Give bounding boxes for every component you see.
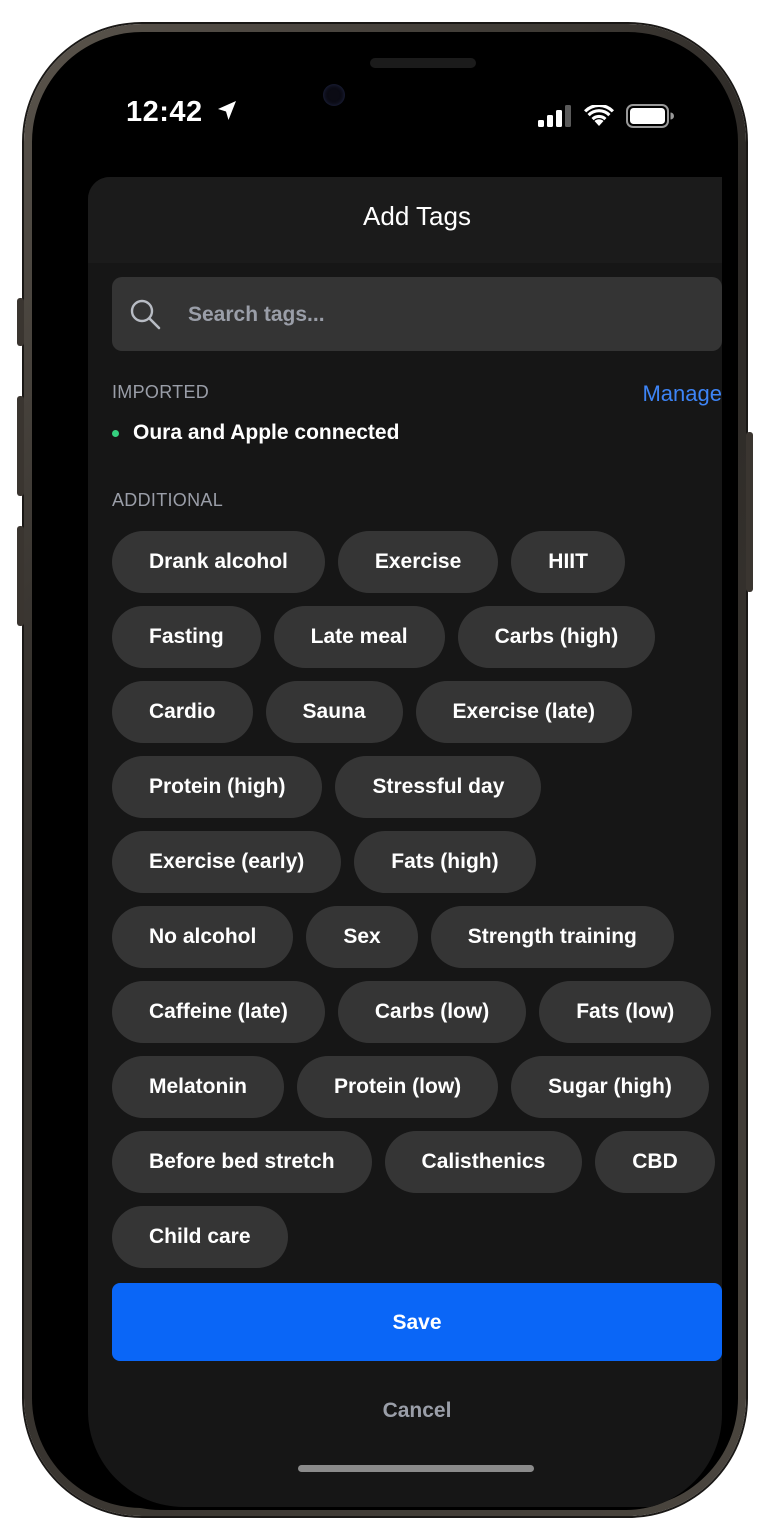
sheet-header: Add Tags (88, 177, 722, 263)
connected-status: Oura and Apple connected (112, 421, 399, 445)
home-indicator (298, 1465, 534, 1472)
manage-link[interactable]: Manage (642, 381, 722, 407)
wifi-icon (584, 105, 614, 126)
tag-chip[interactable]: Fats (low) (539, 981, 712, 1043)
front-camera (323, 84, 345, 106)
status-time-text: 12:42 (126, 96, 203, 128)
battery-icon (626, 104, 674, 128)
connected-indicator-dot (112, 429, 119, 437)
tag-chip[interactable]: No alcohol (112, 906, 294, 968)
tag-chip[interactable]: Calisthenics (384, 1131, 583, 1193)
tag-chip[interactable]: Protein (low) (297, 1056, 499, 1118)
tag-chip[interactable]: Late meal (273, 606, 445, 668)
save-button[interactable]: Save (112, 1283, 722, 1361)
tag-chip[interactable]: Before bed stretch (112, 1131, 372, 1193)
tag-chip[interactable]: Stressful day (335, 756, 542, 818)
tag-chip[interactable]: Sugar (high) (511, 1056, 709, 1118)
connected-status-text: Oura and Apple connected (133, 421, 400, 444)
volume-down-button (17, 526, 24, 626)
speaker-grille (370, 58, 476, 68)
volume-up-button (17, 396, 24, 496)
mute-switch (17, 298, 24, 346)
tag-chip[interactable]: Fasting (112, 606, 261, 668)
tag-chip[interactable]: Carbs (low) (337, 981, 527, 1043)
tag-chip[interactable]: Fats (high) (354, 831, 536, 893)
power-button (746, 432, 753, 592)
phone-frame: 12:42 Add Tags Search tags... IMPORTED M… (17, 24, 753, 1516)
search-icon (130, 299, 161, 330)
tag-chip[interactable]: Exercise (337, 531, 499, 593)
cancel-button[interactable]: Cancel (88, 1399, 722, 1423)
additional-section-label: ADDITIONAL (112, 490, 224, 510)
tag-chip[interactable]: HIIT (511, 531, 625, 593)
tag-chip[interactable]: Sauna (265, 681, 403, 743)
page-title: Add Tags (363, 201, 471, 231)
phone-bezel: 12:42 Add Tags Search tags... IMPORTED M… (32, 32, 738, 1510)
status-bar-time: 12:42 (126, 96, 239, 129)
tag-chip[interactable]: Child care (112, 1206, 288, 1268)
search-bar[interactable] (112, 277, 722, 353)
tag-chip[interactable]: Caffeine (late) (112, 981, 325, 1043)
tag-chip[interactable]: CBD (595, 1131, 715, 1193)
tag-list: Drank alcohol Exercise HIIT Fasting Late mea… (112, 531, 722, 1271)
screen: 12:42 Add Tags Search tags... IMPORTED M… (64, 46, 722, 1510)
tag-chip[interactable]: Carbs (high) (457, 606, 656, 668)
status-icons (538, 104, 674, 128)
location-arrow-icon (218, 101, 237, 120)
tag-chip[interactable]: Exercise (late) (415, 681, 632, 743)
tag-chip[interactable]: Strength training (430, 906, 674, 968)
tag-chip[interactable]: Protein (high) (112, 756, 323, 818)
tag-chip[interactable]: Sex (306, 906, 418, 968)
add-tags-sheet: Add Tags IMPORTED Manage Oura and Apple … (88, 177, 722, 1507)
imported-section-label: IMPORTED (112, 382, 210, 402)
tag-chip[interactable]: Drank alcohol (112, 531, 325, 593)
tag-chip[interactable]: Exercise (early) (112, 831, 342, 893)
tag-chip[interactable]: Melatonin (112, 1056, 284, 1118)
cellular-signal-icon (538, 105, 571, 127)
search-input[interactable] (186, 277, 710, 353)
tag-chip[interactable]: Cardio (112, 681, 253, 743)
